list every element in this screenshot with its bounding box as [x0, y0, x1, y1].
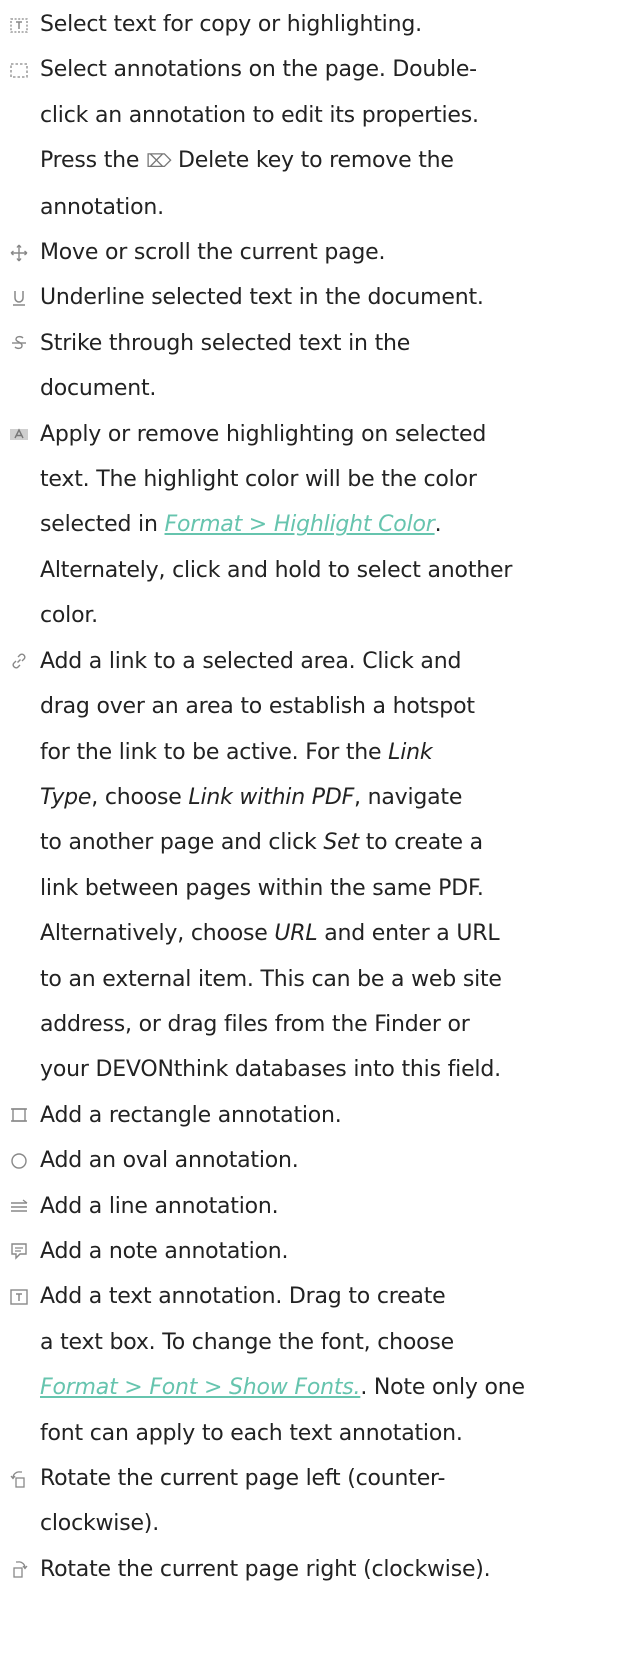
- item-text: Alternately, click and hold to select an…: [40, 557, 513, 583]
- list-item-oval: Add an oval annotation.: [0, 1138, 628, 1183]
- item-text: click an annotation to edit its properti…: [40, 102, 479, 128]
- link-icon: [8, 639, 40, 684]
- item-text: Select text for copy or highlighting.: [40, 12, 422, 37]
- list-item-move: Move or scroll the current page.: [0, 230, 628, 275]
- delete-key-icon: ⌦: [146, 151, 172, 173]
- item-text: Strike through selected text in the: [40, 330, 411, 356]
- underline-icon: [8, 275, 40, 320]
- item-text: Alternatively, choose URL and enter a UR…: [40, 921, 500, 947]
- item-text: Move or scroll the current page.: [40, 240, 386, 266]
- item-text: your DEVONthink databases into this fiel…: [40, 1057, 501, 1083]
- item-text: drag over an area to establish a hotspot: [40, 694, 475, 720]
- item-text: address, or drag files from the Finder o…: [40, 1011, 470, 1037]
- text-box-icon: [8, 1274, 40, 1319]
- item-text: Add a note annotation.: [40, 1238, 289, 1264]
- item-text: Select annotations on the page. Double-: [40, 57, 477, 83]
- item-text: Rotate the current page left (counter-: [40, 1466, 446, 1491]
- item-text: Add an oval annotation.: [40, 1148, 299, 1174]
- item-text: Type, choose Link within PDF, navigate: [40, 784, 463, 810]
- strikethrough-icon: [8, 321, 40, 366]
- list-item-line: Add a line annotation.: [0, 1184, 628, 1229]
- item-text: Format > Font > Show Fonts.. Note only o…: [40, 1375, 525, 1401]
- item-text: font can apply to each text annotation.: [40, 1420, 463, 1446]
- item-text: a text box. To change the font, choose: [40, 1329, 454, 1355]
- list-item-text-annotation: Add a text annotation. Drag to create a …: [0, 1274, 628, 1456]
- item-text: Add a link to a selected area. Click and: [40, 648, 462, 674]
- item-text: Add a rectangle annotation.: [40, 1102, 342, 1128]
- list-item-highlight: Apply or remove highlighting on selected…: [0, 412, 628, 639]
- item-text: Add a text annotation. Drag to create: [40, 1284, 446, 1310]
- tool-description-list: Select text for copy or highlighting. Se…: [0, 0, 628, 1592]
- item-text: Underline selected text in the document.: [40, 285, 484, 311]
- select-text-icon: [8, 2, 40, 47]
- item-text: Apply or remove highlighting on selected: [40, 421, 487, 447]
- rotate-right-icon: [8, 1547, 40, 1592]
- item-text: for the link to be active. For the Link: [40, 739, 433, 765]
- list-item-rectangle: Add a rectangle annotation.: [0, 1093, 628, 1138]
- item-text: color.: [40, 603, 98, 629]
- select-annotation-icon: [8, 47, 40, 92]
- item-text: document.: [40, 376, 157, 402]
- item-text: text. The highlight color will be the co…: [40, 467, 477, 493]
- highlight-icon: [8, 412, 40, 457]
- item-text: to another page and click Set to create …: [40, 830, 483, 856]
- list-item-select-annotations: Select annotations on the page. Double- …: [0, 47, 628, 230]
- item-text: link between pages within the same PDF.: [40, 875, 484, 901]
- item-text: selected in Format > Highlight Color.: [40, 512, 442, 538]
- list-item-link: Add a link to a selected area. Click and…: [0, 639, 628, 1093]
- show-fonts-link[interactable]: Format > Font > Show Fonts.: [40, 1375, 361, 1400]
- highlight-color-link[interactable]: Format > Highlight Color: [165, 512, 435, 537]
- list-item-note: Add a note annotation.: [0, 1229, 628, 1274]
- item-text: Rotate the current page right (clockwise…: [40, 1556, 491, 1582]
- item-text: Add a line annotation.: [40, 1193, 279, 1219]
- item-text: to an external item. This can be a web s…: [40, 966, 502, 992]
- oval-icon: [8, 1138, 40, 1183]
- list-item-underline: Underline selected text in the document.: [0, 275, 628, 320]
- note-icon: [8, 1229, 40, 1274]
- list-item-select-text: Select text for copy or highlighting.: [0, 2, 628, 47]
- item-text: clockwise).: [40, 1511, 159, 1537]
- list-item-rotate-right: Rotate the current page right (clockwise…: [0, 1547, 628, 1592]
- item-text: annotation.: [40, 194, 164, 220]
- item-text: Press the ⌦ Delete key to remove the: [40, 148, 454, 174]
- list-item-strikethrough: Strike through selected text in the docu…: [0, 321, 628, 412]
- list-item-rotate-left: Rotate the current page left (counter- c…: [0, 1456, 628, 1547]
- line-icon: [8, 1184, 40, 1229]
- rectangle-icon: [8, 1093, 40, 1138]
- rotate-left-icon: [8, 1456, 40, 1501]
- move-icon: [8, 230, 40, 275]
